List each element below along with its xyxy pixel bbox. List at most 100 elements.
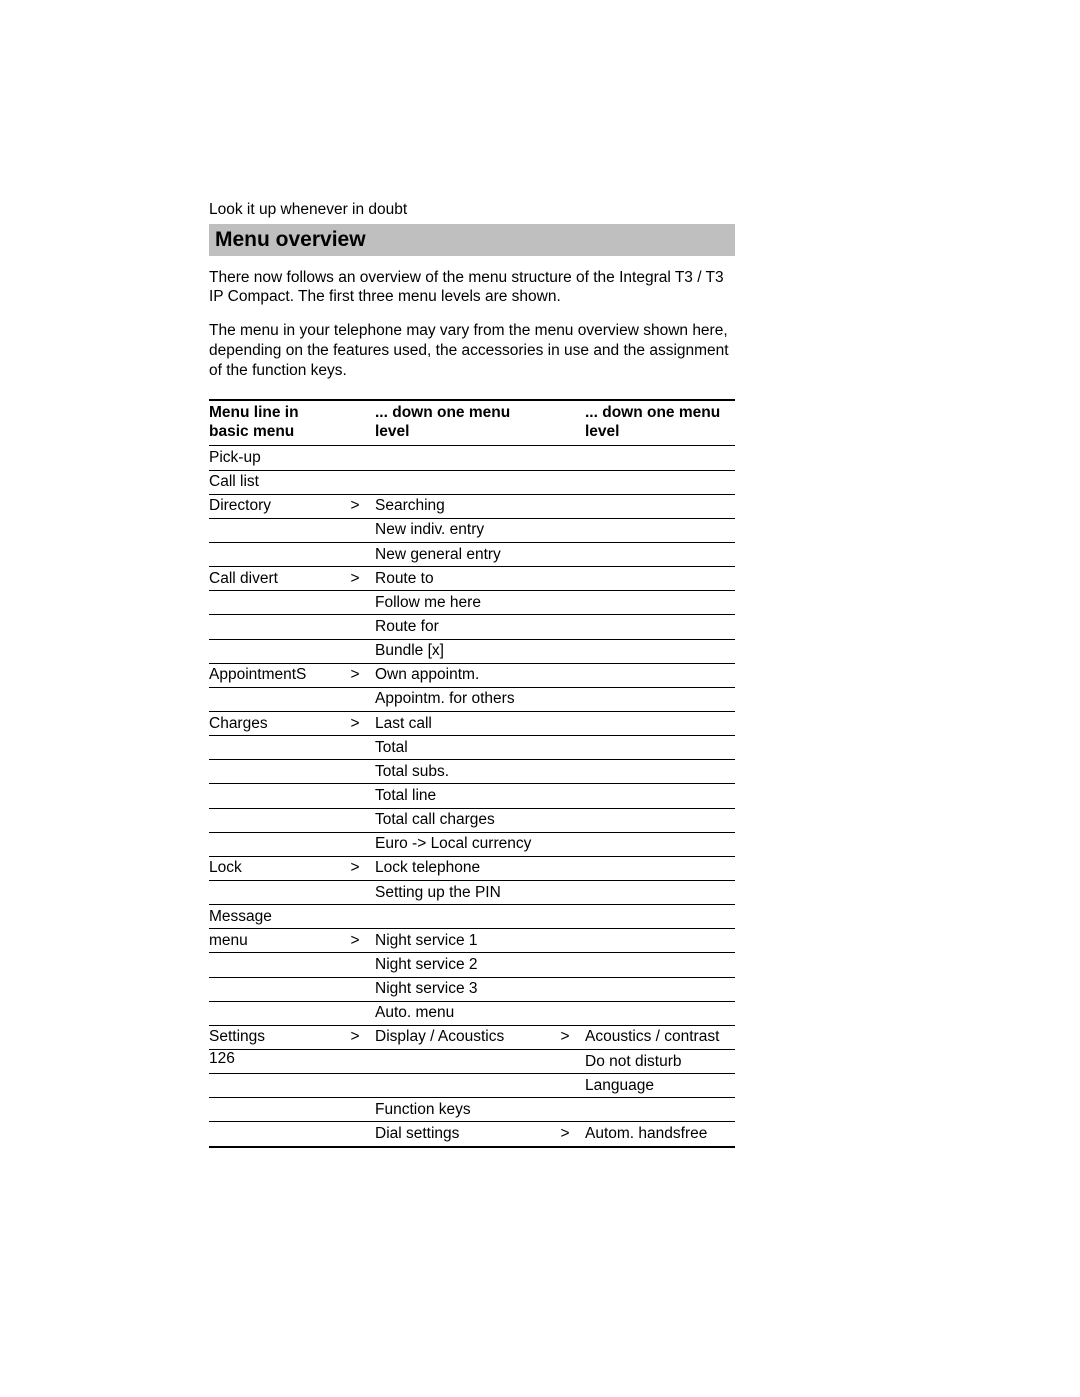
cell-basic [209,1001,339,1025]
cell-gt1 [339,808,375,832]
cell-level2 [375,1074,549,1098]
cell-gt2: > [549,1122,585,1147]
cell-gt1: > [339,663,375,687]
cell-basic: Lock [209,856,339,880]
cell-level3: Acoustics / contrast [585,1025,735,1049]
cell-level3 [585,881,735,905]
cell-level3 [585,687,735,711]
cell-level3 [585,856,735,880]
cell-level2: Total [375,736,549,760]
cell-level2: Total call charges [375,808,549,832]
cell-level3 [585,663,735,687]
cell-level3 [585,760,735,784]
cell-level2: Bundle [x] [375,639,549,663]
cell-gt1 [339,1001,375,1025]
cell-level2: Total line [375,784,549,808]
cell-gt1: > [339,856,375,880]
cell-gt1: > [339,1025,375,1049]
cell-basic [209,639,339,663]
cell-gt2 [549,494,585,518]
cell-gt1 [339,615,375,639]
table-row: Night service 2 [209,953,735,977]
cell-basic: Pick-up [209,446,339,470]
table-row: Total [209,736,735,760]
cell-basic [209,518,339,542]
cell-gt1 [339,905,375,929]
cell-gt2 [549,881,585,905]
cell-basic [209,832,339,856]
title-bar: Menu overview [209,224,735,256]
running-header: Look it up whenever in doubt [209,201,735,220]
table-row: Call list [209,470,735,494]
cell-gt2 [549,784,585,808]
cell-level2: Appointm. for others [375,687,549,711]
cell-gt2 [549,1074,585,1098]
cell-basic [209,808,339,832]
cell-basic [209,760,339,784]
cell-level2: Follow me here [375,591,549,615]
menu-table: Menu line in basic menu ... down one men… [209,399,735,1148]
cell-basic: Message [209,905,339,929]
cell-gt2: > [549,1025,585,1049]
cell-gt1: > [339,929,375,953]
cell-level2: Auto. menu [375,1001,549,1025]
cell-level2: Searching [375,494,549,518]
table-row: Message [209,905,735,929]
cell-level3 [585,470,735,494]
table-row: Follow me here [209,591,735,615]
cell-gt2 [549,1050,585,1074]
cell-gt2 [549,736,585,760]
cell-level3: Autom. handsfree [585,1122,735,1147]
cell-level3 [585,736,735,760]
cell-gt1 [339,736,375,760]
table-row: Total line [209,784,735,808]
cell-basic [209,615,339,639]
cell-level3 [585,977,735,1001]
cell-level2 [375,905,549,929]
page-number: 126 [209,1050,235,1068]
table-row: Appointm. for others [209,687,735,711]
cell-level3 [585,639,735,663]
cell-basic [209,1098,339,1122]
cell-gt2 [549,518,585,542]
col-header-level3: ... down one menu level [585,400,735,446]
cell-level2: Dial settings [375,1122,549,1147]
cell-gt1 [339,832,375,856]
cell-level2: Function keys [375,1098,549,1122]
cell-level3 [585,494,735,518]
col-header-gt2 [549,400,585,446]
cell-level3 [585,905,735,929]
cell-level3 [585,591,735,615]
col-header-level2: ... down one menu level [375,400,549,446]
table-row: Dial settings>Autom. handsfree [209,1122,735,1147]
cell-basic: menu [209,929,339,953]
cell-level2: Last call [375,712,549,736]
cell-gt1: > [339,494,375,518]
col-header-gt1 [339,400,375,446]
cell-level3 [585,832,735,856]
table-row: Route for [209,615,735,639]
table-row: Call divert>Route to [209,567,735,591]
paragraph-1: There now follows an overview of the men… [209,268,735,308]
cell-gt1 [339,687,375,711]
table-row: Total call charges [209,808,735,832]
col-header-basic: Menu line in basic menu [209,400,339,446]
cell-level3 [585,518,735,542]
cell-gt2 [549,543,585,567]
cell-level2: New indiv. entry [375,518,549,542]
table-row: Charges>Last call [209,712,735,736]
cell-basic: Directory [209,494,339,518]
cell-gt1 [339,760,375,784]
table-row: Language [209,1074,735,1098]
document-page: Look it up whenever in doubt Menu overvi… [0,0,1080,1397]
cell-gt1 [339,446,375,470]
table-row: Pick-up [209,446,735,470]
cell-gt1 [339,1098,375,1122]
cell-level2 [375,1050,549,1074]
cell-basic [209,687,339,711]
table-row: Euro -> Local currency [209,832,735,856]
table-header-row: Menu line in basic menu ... down one men… [209,400,735,446]
page-title: Menu overview [215,228,729,252]
table-row: Settings>Display / Acoustics>Acoustics /… [209,1025,735,1049]
cell-gt2 [549,977,585,1001]
